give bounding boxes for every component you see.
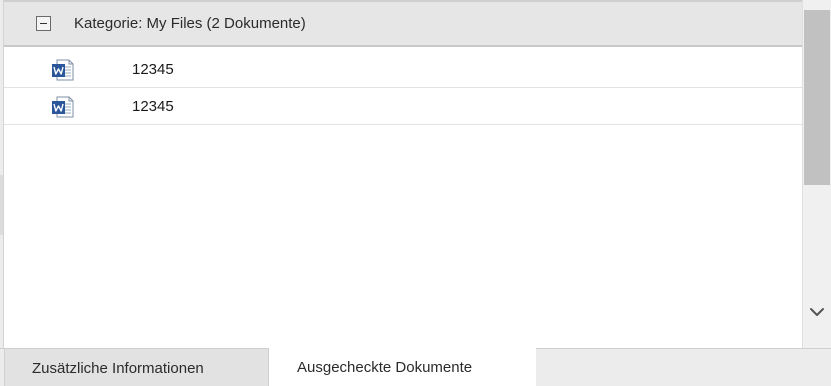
bottom-tab-strip: Zusätzliche Informationen Ausgecheckte D… <box>0 348 831 386</box>
tab-zusaetzliche-informationen[interactable]: Zusätzliche Informationen <box>4 349 269 386</box>
word-document-icon <box>52 59 74 81</box>
document-name: 12345 <box>132 98 174 115</box>
list-item[interactable]: 12345 <box>4 88 802 125</box>
splitter-grip[interactable] <box>0 175 3 235</box>
chevron-down-icon[interactable] <box>804 297 830 327</box>
vertical-scrollbar[interactable] <box>802 0 831 348</box>
scroll-thumb[interactable] <box>804 10 830 185</box>
list-item[interactable]: 12345 <box>4 51 802 88</box>
document-name: 12345 <box>132 61 174 78</box>
collapse-icon[interactable] <box>36 16 51 31</box>
tab-ausgecheckte-dokumente[interactable]: Ausgecheckte Dokumente <box>269 348 536 386</box>
category-group-header[interactable]: Kategorie: My Files (2 Dokumente) <box>4 0 802 47</box>
category-title: Kategorie: My Files (2 Dokumente) <box>74 15 306 32</box>
document-list: Kategorie: My Files (2 Dokumente) 12345 <box>4 0 802 348</box>
word-document-icon <box>52 96 74 118</box>
document-panel: Kategorie: My Files (2 Dokumente) 12345 <box>0 0 831 386</box>
tab-label: Zusätzliche Informationen <box>32 360 204 377</box>
tab-label: Ausgecheckte Dokumente <box>297 359 473 376</box>
